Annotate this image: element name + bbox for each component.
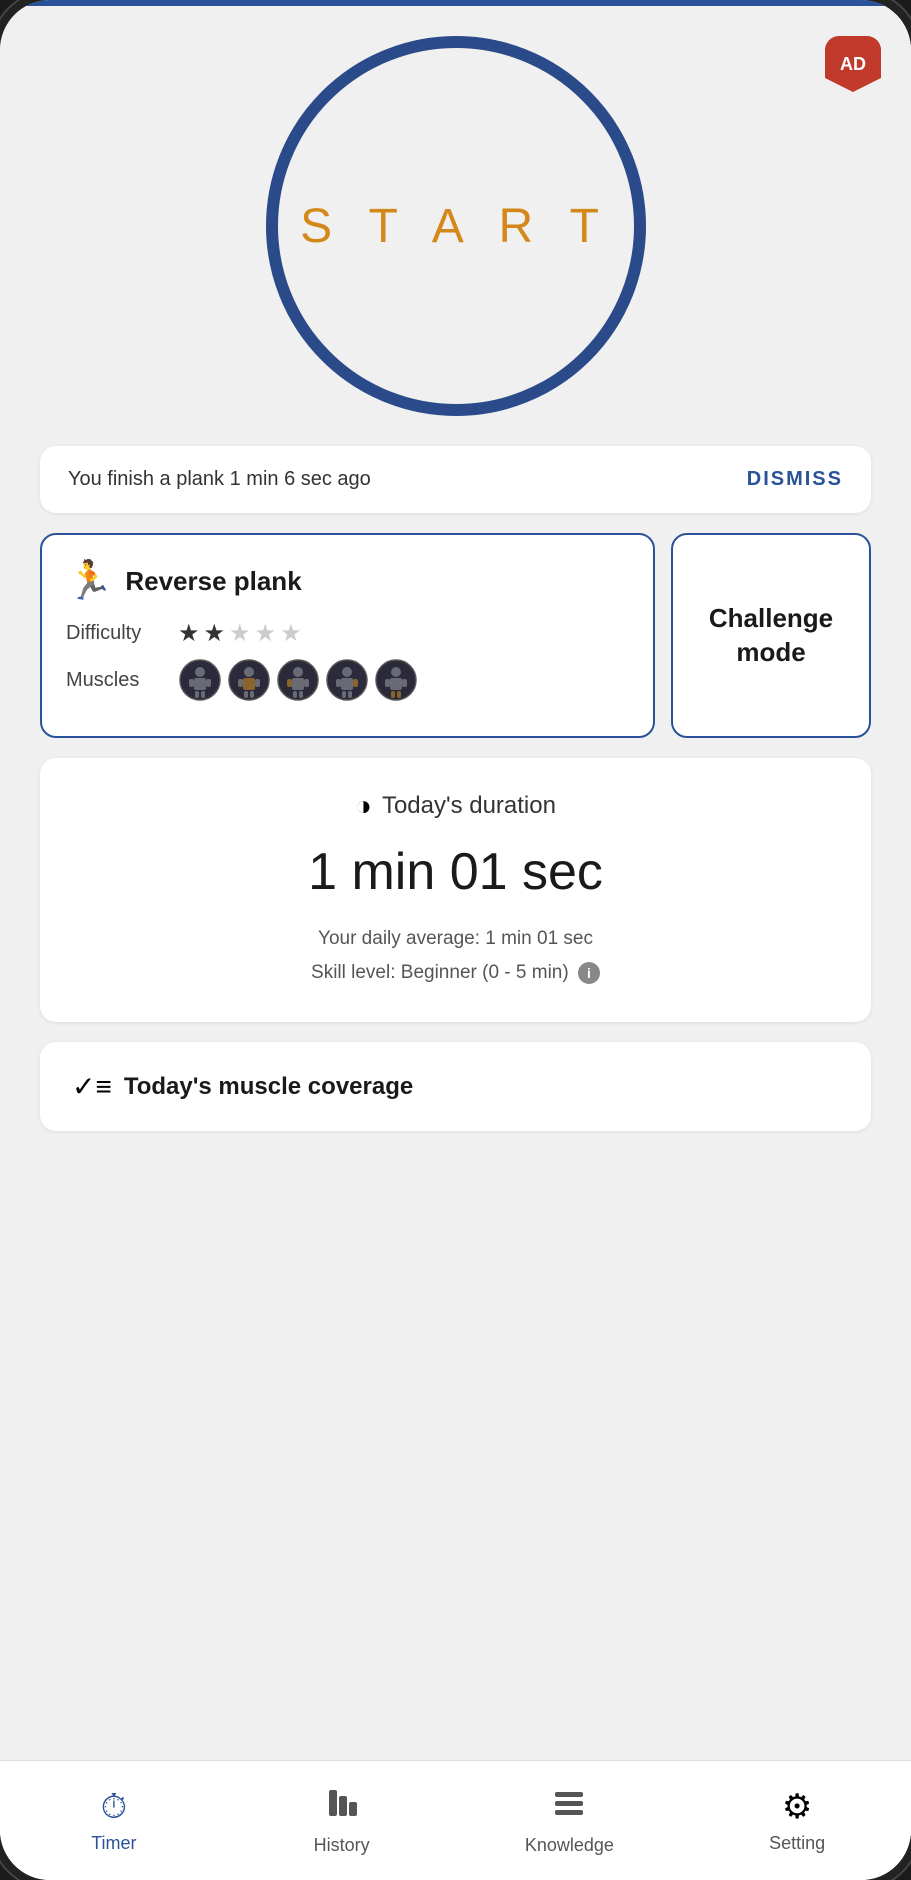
nav-item-timer[interactable]: ⏱ Timer [0, 1778, 228, 1864]
challenge-label: Challenge mode [697, 602, 845, 670]
half-moon-icon: ◑ [355, 790, 372, 822]
checklist-icon: ✓≡ [72, 1070, 112, 1103]
nav-item-history[interactable]: History [228, 1776, 456, 1866]
star-4: ★ [255, 619, 277, 648]
muscle-fig-5 [374, 658, 418, 702]
nav-item-knowledge[interactable]: Knowledge [456, 1776, 684, 1866]
nav-label-history: History [314, 1835, 370, 1856]
star-2: ★ [204, 619, 226, 648]
muscle-fig-2 [227, 658, 271, 702]
muscles-label: Muscles [66, 669, 166, 692]
nav-label-knowledge: Knowledge [525, 1835, 614, 1856]
nav-label-timer: Timer [91, 1833, 136, 1854]
start-label: S T A R T [300, 199, 611, 254]
muscle-fig-1 [178, 658, 222, 702]
exercise-card[interactable]: 🏃 Reverse plank Difficulty ★ ★ ★ ★ ★ Mus… [40, 533, 655, 738]
ad-badge[interactable]: AD [825, 36, 881, 92]
star-1: ★ [178, 619, 200, 648]
daily-average: Your daily average: 1 min 01 sec [318, 928, 593, 949]
exercise-figure: 🏃 [66, 559, 113, 603]
difficulty-stars: ★ ★ ★ ★ ★ [178, 619, 302, 648]
nav-label-setting: Setting [769, 1833, 825, 1854]
info-icon[interactable]: i [578, 962, 600, 984]
setting-icon: ⚙ [782, 1787, 812, 1827]
duration-subtitle: Your daily average: 1 min 01 sec Skill l… [72, 922, 839, 990]
star-3: ★ [229, 619, 251, 648]
muscle-coverage-card[interactable]: ✓≡ Today's muscle coverage [40, 1042, 871, 1131]
start-button[interactable]: S T A R T [266, 36, 646, 416]
knowledge-icon [552, 1786, 586, 1829]
muscle-fig-4 [325, 658, 369, 702]
muscles-row: Muscles [66, 658, 629, 702]
duration-header: ◑ Today's duration [72, 790, 839, 822]
app-content: AD S T A R T You finish a plank 1 min 6 … [0, 6, 911, 1880]
duration-title: Today's duration [382, 792, 556, 820]
history-icon [325, 1786, 359, 1829]
challenge-card[interactable]: Challenge mode [671, 533, 871, 738]
dismiss-message: You finish a plank 1 min 6 sec ago [68, 468, 371, 491]
star-5: ★ [280, 619, 302, 648]
top-area: AD S T A R T [0, 6, 911, 426]
dismiss-card: You finish a plank 1 min 6 sec ago DISMI… [40, 446, 871, 513]
timer-icon: ⏱ [101, 1788, 128, 1827]
exercise-name: Reverse plank [125, 566, 301, 597]
bottom-nav: ⏱ Timer History [0, 1760, 911, 1880]
nav-item-setting[interactable]: ⚙ Setting [683, 1777, 911, 1864]
difficulty-label: Difficulty [66, 622, 166, 645]
dismiss-button[interactable]: DISMISS [747, 468, 843, 491]
exercise-row: 🏃 Reverse plank Difficulty ★ ★ ★ ★ ★ Mus… [40, 533, 871, 738]
skill-level: Skill level: Beginner (0 - 5 min) [311, 962, 569, 983]
duration-value: 1 min 01 sec [72, 842, 839, 902]
exercise-header: 🏃 Reverse plank [66, 559, 629, 603]
difficulty-row: Difficulty ★ ★ ★ ★ ★ [66, 619, 629, 648]
muscle-fig-3 [276, 658, 320, 702]
phone-frame: AD S T A R T You finish a plank 1 min 6 … [0, 0, 911, 1880]
muscle-figures [178, 658, 418, 702]
duration-card: ◑ Today's duration 1 min 01 sec Your dai… [40, 758, 871, 1022]
muscle-coverage-header: ✓≡ Today's muscle coverage [72, 1070, 839, 1103]
muscle-coverage-title: Today's muscle coverage [124, 1073, 413, 1101]
